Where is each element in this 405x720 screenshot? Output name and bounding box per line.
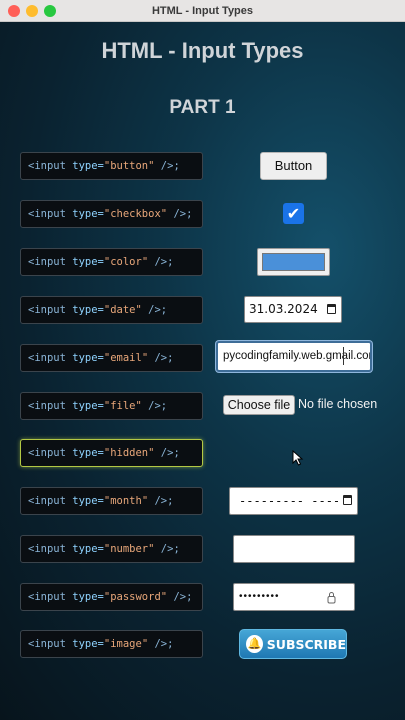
window-title: HTML - Input Types [151, 4, 254, 17]
calendar-icon[interactable] [343, 495, 352, 505]
row-password: <input type="password" />; ••••••••• [0, 583, 405, 611]
close-window-button[interactable] [8, 5, 20, 17]
subscribe-image-button[interactable]: 🔔 SUBSCRIBE [239, 629, 347, 659]
demo-button[interactable]: Button [260, 152, 327, 180]
code-snippet-image: <input type="image" />; [20, 630, 203, 658]
row-image: <input type="image" />; 🔔 SUBSCRIBE [0, 629, 405, 659]
code-snippet-number: <input type="number" />; [20, 535, 203, 563]
bell-icon: 🔔 [246, 635, 263, 653]
demo-password-input[interactable]: ••••••••• [233, 583, 355, 611]
code-snippet-button: <input type="button" />; [20, 152, 203, 180]
title-bar: HTML - Input Types [0, 0, 405, 22]
subscribe-label: SUBSCRIBE [266, 636, 346, 652]
row-button: <input type="button" />; Button [0, 152, 405, 180]
code-snippet-password: <input type="password" />; [20, 583, 203, 611]
demo-date-input[interactable]: 31.03.2024 [244, 296, 342, 323]
minimize-window-button[interactable] [26, 5, 38, 17]
file-status: No file chosen [298, 397, 378, 411]
row-email: <input type="email" />; pycodingfamily.w… [0, 341, 405, 372]
code-snippet-color: <input type="color" />; [20, 248, 203, 276]
code-snippet-month: <input type="month" />; [20, 487, 203, 515]
text-cursor-icon [343, 347, 345, 365]
row-hidden: <input type="hidden" />; [0, 439, 405, 467]
code-snippet-file: <input type="file" />; [20, 392, 203, 420]
demo-email-input[interactable]: pycodingfamily.web.gmail.com [216, 341, 372, 372]
row-checkbox: <input type="checkbox" />; ✔ [0, 200, 405, 228]
demo-color-picker[interactable] [257, 248, 330, 276]
row-month: <input type="month" />; --------- ---- [0, 487, 405, 515]
row-number: <input type="number" />; [0, 535, 405, 563]
mouse-pointer-icon [292, 450, 304, 466]
window-controls [8, 5, 56, 17]
page-title: HTML - Input Types [101, 38, 304, 63]
app-window: HTML - Input Types HTML - Input Types PA… [0, 0, 405, 720]
row-date: <input type="date" />; 31.03.2024 [0, 296, 405, 324]
demo-number-input[interactable] [233, 535, 355, 563]
row-file: <input type="file" />; Choose file No fi… [0, 392, 405, 420]
demo-month-input[interactable]: --------- ---- [229, 487, 358, 515]
color-swatch [262, 253, 325, 271]
demo-checkbox[interactable]: ✔ [283, 203, 304, 224]
code-snippet-date: <input type="date" />; [20, 296, 203, 324]
code-snippet-email: <input type="email" />; [20, 344, 203, 372]
part-title: PART 1 [169, 97, 236, 118]
choose-file-button[interactable]: Choose file [223, 395, 295, 415]
row-color: <input type="color" />; [0, 248, 405, 276]
code-snippet-checkbox: <input type="checkbox" />; [20, 200, 203, 228]
key-icon[interactable] [327, 591, 336, 604]
code-snippet-hidden: <input type="hidden" />; [20, 439, 203, 467]
checkmark-icon: ✔ [286, 204, 301, 223]
zoom-window-button[interactable] [44, 5, 56, 17]
calendar-icon[interactable] [327, 304, 336, 314]
